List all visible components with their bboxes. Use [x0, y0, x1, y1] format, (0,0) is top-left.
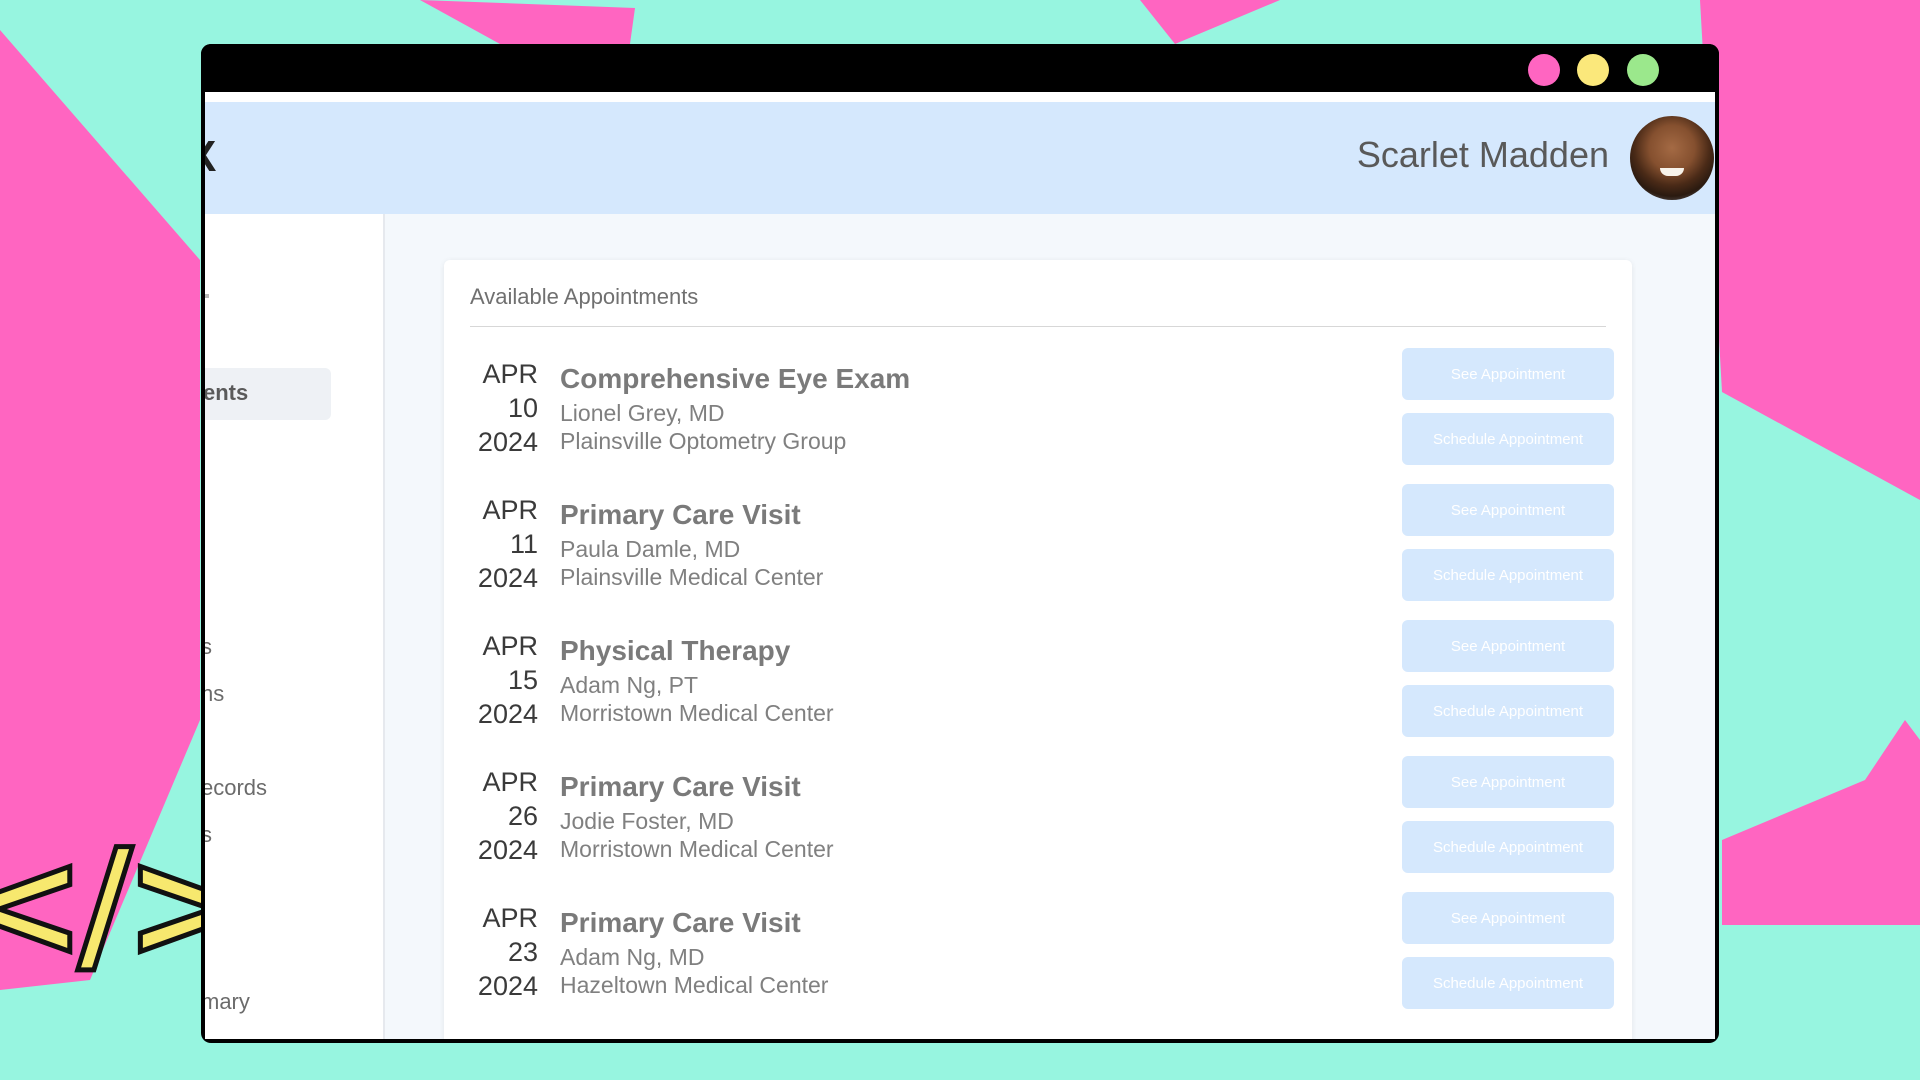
- date-year: 2024: [477, 427, 538, 457]
- appointments-card: Available Appointments APR 10 2024 Compr…: [444, 260, 1632, 1039]
- see-appointment-button[interactable]: See Appointment: [1402, 620, 1614, 672]
- user-avatar-icon[interactable]: [1630, 116, 1714, 200]
- app-logo[interactable]: X: [205, 132, 216, 182]
- top-band: [205, 92, 1715, 102]
- sidebar: ents s ns ecords s mary: [205, 214, 385, 1039]
- appointment-item: APR 23 2024 Primary Care Visit Adam Ng, …: [444, 892, 1632, 1037]
- sidebar-item-records[interactable]: ecords: [205, 775, 267, 801]
- appointment-date: APR 11 2024: [462, 493, 538, 595]
- card-divider: [470, 326, 1606, 327]
- appointment-item: APR 26 2024 Primary Care Visit Jodie Fos…: [444, 756, 1632, 901]
- minimize-dot-icon[interactable]: [1577, 54, 1609, 86]
- appointment-title: Primary Care Visit: [560, 499, 801, 530]
- schedule-appointment-button[interactable]: Schedule Appointment: [1402, 549, 1614, 601]
- date-month: APR: [482, 495, 538, 525]
- close-dot-icon[interactable]: [1528, 54, 1560, 86]
- date-month: APR: [482, 903, 538, 933]
- date-day: 10: [507, 393, 538, 423]
- app-header: X Scarlet Madden: [205, 102, 1715, 214]
- sidebar-item-4[interactable]: s: [205, 634, 212, 660]
- appointment-item: APR 11 2024 Primary Care Visit Paula Dam…: [444, 484, 1632, 629]
- appointment-doctor: Lionel Grey, MD: [560, 400, 725, 426]
- appointment-location: Morristown Medical Center: [560, 700, 834, 726]
- appointment-title: Primary Care Visit: [560, 771, 801, 802]
- see-appointment-button[interactable]: See Appointment: [1402, 892, 1614, 944]
- appointment-date: APR 10 2024: [462, 357, 538, 459]
- date-month: APR: [482, 767, 538, 797]
- user-name[interactable]: Scarlet Madden: [1357, 134, 1609, 176]
- date-year: 2024: [477, 835, 538, 865]
- appointment-doctor: Paula Damle, MD: [560, 536, 741, 562]
- date-day: 23: [507, 937, 538, 967]
- sidebar-item-summary[interactable]: mary: [205, 989, 250, 1015]
- browser-window: X Scarlet Madden ents s ns ecords s mary…: [201, 44, 1719, 1043]
- date-month: APR: [482, 359, 538, 389]
- date-day: 11: [509, 529, 538, 559]
- sidebar-item-5[interactable]: ns: [205, 681, 224, 707]
- appointment-doctor: Adam Ng, MD: [560, 944, 705, 970]
- date-day: 26: [507, 801, 538, 831]
- see-appointment-button[interactable]: See Appointment: [1402, 484, 1614, 536]
- sidebar-item-appointments[interactable]: ents: [205, 380, 248, 406]
- appointment-title: Comprehensive Eye Exam: [560, 363, 911, 394]
- date-day: 15: [507, 665, 538, 695]
- maximize-dot-icon[interactable]: [1627, 54, 1659, 86]
- appointment-date: APR 15 2024: [462, 629, 538, 731]
- appointment-date: APR 26 2024: [462, 765, 538, 867]
- appointment-location: Plainsville Medical Center: [560, 564, 824, 590]
- appointment-item: APR 15 2024 Physical Therapy Adam Ng, PT…: [444, 620, 1632, 765]
- date-month: APR: [482, 631, 538, 661]
- appointment-doctor: Jodie Foster, MD: [560, 808, 734, 834]
- schedule-appointment-button[interactable]: Schedule Appointment: [1402, 413, 1614, 465]
- see-appointment-button[interactable]: See Appointment: [1402, 348, 1614, 400]
- schedule-appointment-button[interactable]: Schedule Appointment: [1402, 685, 1614, 737]
- sidebar-item-7[interactable]: s: [205, 822, 212, 848]
- card-title: Available Appointments: [470, 284, 699, 309]
- appointment-item: APR 10 2024 Comprehensive Eye Exam Lione…: [444, 348, 1632, 493]
- appointment-location: Hazeltown Medical Center: [560, 972, 829, 998]
- appointment-date: APR 23 2024: [462, 901, 538, 1003]
- see-appointment-button[interactable]: See Appointment: [1402, 756, 1614, 808]
- app-viewport: X Scarlet Madden ents s ns ecords s mary…: [205, 92, 1715, 1039]
- appointment-title: Physical Therapy: [560, 635, 791, 666]
- appointment-doctor: Adam Ng, PT: [560, 672, 699, 698]
- sidebar-mark: [205, 294, 209, 298]
- date-year: 2024: [477, 971, 538, 1001]
- appointment-location: Plainsville Optometry Group: [560, 428, 847, 454]
- schedule-appointment-button[interactable]: Schedule Appointment: [1402, 821, 1614, 873]
- window-titlebar: [201, 44, 1719, 92]
- appointment-location: Morristown Medical Center: [560, 836, 834, 862]
- date-year: 2024: [477, 699, 538, 729]
- appointment-title: Primary Care Visit: [560, 907, 801, 938]
- date-year: 2024: [477, 563, 538, 593]
- schedule-appointment-button[interactable]: Schedule Appointment: [1402, 957, 1614, 1009]
